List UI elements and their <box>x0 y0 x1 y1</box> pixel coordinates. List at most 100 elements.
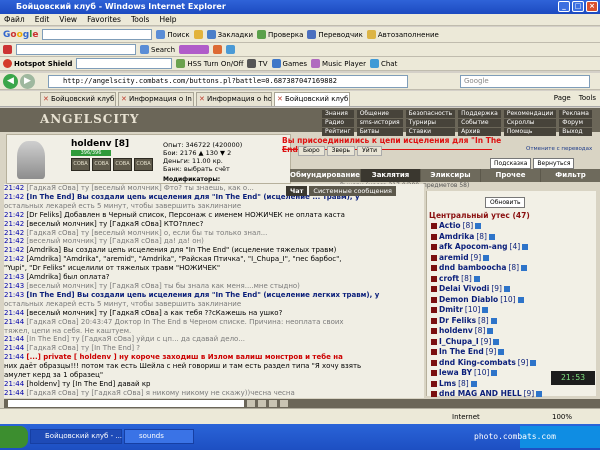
user-list-item[interactable]: Actio [8] <box>431 221 591 232</box>
info-icon[interactable] <box>517 296 524 303</box>
info-icon[interactable] <box>522 244 529 251</box>
game-nav-item[interactable]: Рейтинг <box>322 128 354 136</box>
game-nav-item[interactable]: Событие <box>458 119 501 127</box>
item-slot[interactable]: COBA <box>92 158 111 171</box>
user-name[interactable]: holdenv <box>439 326 473 337</box>
menu-view[interactable]: View <box>59 14 77 25</box>
info-icon[interactable] <box>473 275 480 282</box>
user-name[interactable]: In The End <box>439 347 484 358</box>
user-list-item[interactable]: croft [8] <box>431 274 591 285</box>
close-tab-icon[interactable]: ✕ <box>199 93 205 106</box>
user-name[interactable]: dnd King-combats <box>439 358 516 369</box>
game-nav-item[interactable]: Скроллы <box>503 119 557 127</box>
game-nav-item[interactable]: Поддержка <box>458 110 501 118</box>
translator-link[interactable]: Отмените с переводах <box>526 146 592 152</box>
user-name[interactable]: aremid <box>439 253 469 264</box>
item-slot[interactable]: COBA <box>71 158 90 171</box>
send-icon[interactable] <box>247 400 255 407</box>
user-list-item[interactable]: aremid [9] <box>431 253 591 264</box>
user-name[interactable]: Delai Vivodi <box>439 284 489 295</box>
game-nav-item[interactable]: Безопасность <box>405 110 456 118</box>
taskbar-item-sounds[interactable]: sounds <box>124 429 194 444</box>
maximize-button[interactable]: □ <box>572 1 584 12</box>
browser-tab[interactable]: ✕Информация о In The ... <box>118 92 194 106</box>
game-nav-item[interactable]: Реклама <box>559 110 592 118</box>
stat-bank[interactable]: Банк: выбрать счёт <box>163 165 242 173</box>
info-icon[interactable] <box>482 307 489 314</box>
user-list-item[interactable]: In The End [9] <box>431 347 591 358</box>
inventory-tab[interactable]: Прочее <box>480 169 540 182</box>
mini-button[interactable]: Бюро <box>298 146 325 156</box>
game-nav-item[interactable]: Ставки <box>405 128 456 136</box>
user-name[interactable]: dnd MAG AND HELL <box>439 389 522 400</box>
game-nav-item[interactable]: Битвы <box>356 128 403 136</box>
user-list-item[interactable]: dnd MAG AND HELL [9] <box>431 389 591 400</box>
star-icon[interactable] <box>213 45 223 54</box>
google-search-input[interactable] <box>42 29 153 40</box>
browser-tab[interactable]: ✕Информация о holdenv <box>196 92 272 106</box>
chat-input[interactable] <box>8 400 244 407</box>
close-tab-icon[interactable]: ✕ <box>277 93 283 106</box>
info-icon[interactable] <box>521 265 528 272</box>
info-icon[interactable] <box>536 391 543 398</box>
zoom-level[interactable]: 100% <box>552 409 572 425</box>
smiley-icon[interactable] <box>226 45 236 54</box>
menu-file[interactable]: Файл <box>4 14 25 25</box>
bookmarks-button[interactable]: Закладки <box>206 30 253 39</box>
user-name[interactable]: Actio <box>439 221 461 232</box>
search-button[interactable]: Поиск <box>156 30 190 39</box>
info-icon[interactable] <box>475 223 482 230</box>
user-name[interactable]: dnd bamboocha <box>439 263 506 274</box>
user-name[interactable]: Dr Feliks <box>439 316 476 327</box>
minimize-button[interactable]: _ <box>558 1 570 12</box>
user-name[interactable]: lewa BY <box>439 368 472 379</box>
user-list-item[interactable]: Amdrika [8] <box>431 232 591 243</box>
user-name[interactable]: Amdrika <box>439 232 474 243</box>
user-name[interactable]: Demon Diablo <box>439 295 498 306</box>
item-slot[interactable]: COBA <box>134 158 153 171</box>
hotspot-search-input[interactable] <box>76 58 173 69</box>
user-name[interactable]: Dmitr <box>439 305 463 316</box>
url-field[interactable]: http://angelscity.combats.com/buttons.pl… <box>48 75 408 88</box>
forward-arrow-icon[interactable]: ▶ <box>20 74 35 89</box>
info-icon[interactable] <box>530 359 537 366</box>
filter-icon[interactable] <box>280 400 288 407</box>
info-icon[interactable] <box>488 233 495 240</box>
search2-button[interactable]: Search <box>140 45 175 54</box>
clear-icon[interactable] <box>258 400 266 407</box>
games-button[interactable]: Games <box>271 59 307 68</box>
close-tab-icon[interactable]: ✕ <box>121 93 127 106</box>
close-window-button[interactable]: × <box>586 1 598 12</box>
check-button[interactable]: Проверка <box>257 30 303 39</box>
user-list-item[interactable]: Dmitr [10] <box>431 305 591 316</box>
secondary-search-input[interactable] <box>16 44 136 55</box>
user-list-item[interactable]: Dr Feliks [8] <box>431 316 591 327</box>
menu-tools[interactable]: Tools <box>131 14 149 25</box>
browser-tab[interactable]: ✕ Бойцовский клуб <box>40 92 116 106</box>
menu-favorites[interactable]: Favorites <box>87 14 121 25</box>
music-player-button[interactable]: Music Player <box>311 59 366 68</box>
info-icon[interactable] <box>503 286 510 293</box>
back-arrow-icon[interactable]: ◀ <box>3 74 18 89</box>
user-list-item[interactable]: dnd King-combats [9] <box>431 358 591 369</box>
user-list-item[interactable]: dnd bamboocha [8] <box>431 263 591 274</box>
live-search-input[interactable]: Google <box>460 75 590 88</box>
browser-tab-active[interactable]: ✕ Бойцовский клуб <box>274 92 350 106</box>
game-nav-item[interactable]: Помощь <box>503 128 557 136</box>
mini-button[interactable]: Зверь <box>326 146 356 156</box>
inventory-tab[interactable]: Эликсиры <box>420 169 480 182</box>
info-icon[interactable] <box>487 328 494 335</box>
info-icon[interactable] <box>493 338 500 345</box>
hint-button[interactable]: Подсказка <box>490 158 532 169</box>
user-name[interactable]: Lms <box>439 379 456 390</box>
inventory-tab[interactable]: Фильтр <box>540 169 600 182</box>
hss-toggle-button[interactable]: HSS Turn On/Off <box>176 59 243 68</box>
menu-help[interactable]: Help <box>159 14 176 25</box>
game-nav-item[interactable]: Форум <box>559 119 592 127</box>
tv-button[interactable]: TV <box>247 59 268 68</box>
tab-chat[interactable]: Чат <box>286 186 308 196</box>
user-list-item[interactable]: Delai Vivodi [9] <box>431 284 591 295</box>
game-nav-item[interactable]: Знания <box>322 110 354 118</box>
inventory-tab[interactable]: Обмундирование <box>290 169 360 182</box>
tab-system-messages[interactable]: Системные сообщения <box>309 186 396 196</box>
